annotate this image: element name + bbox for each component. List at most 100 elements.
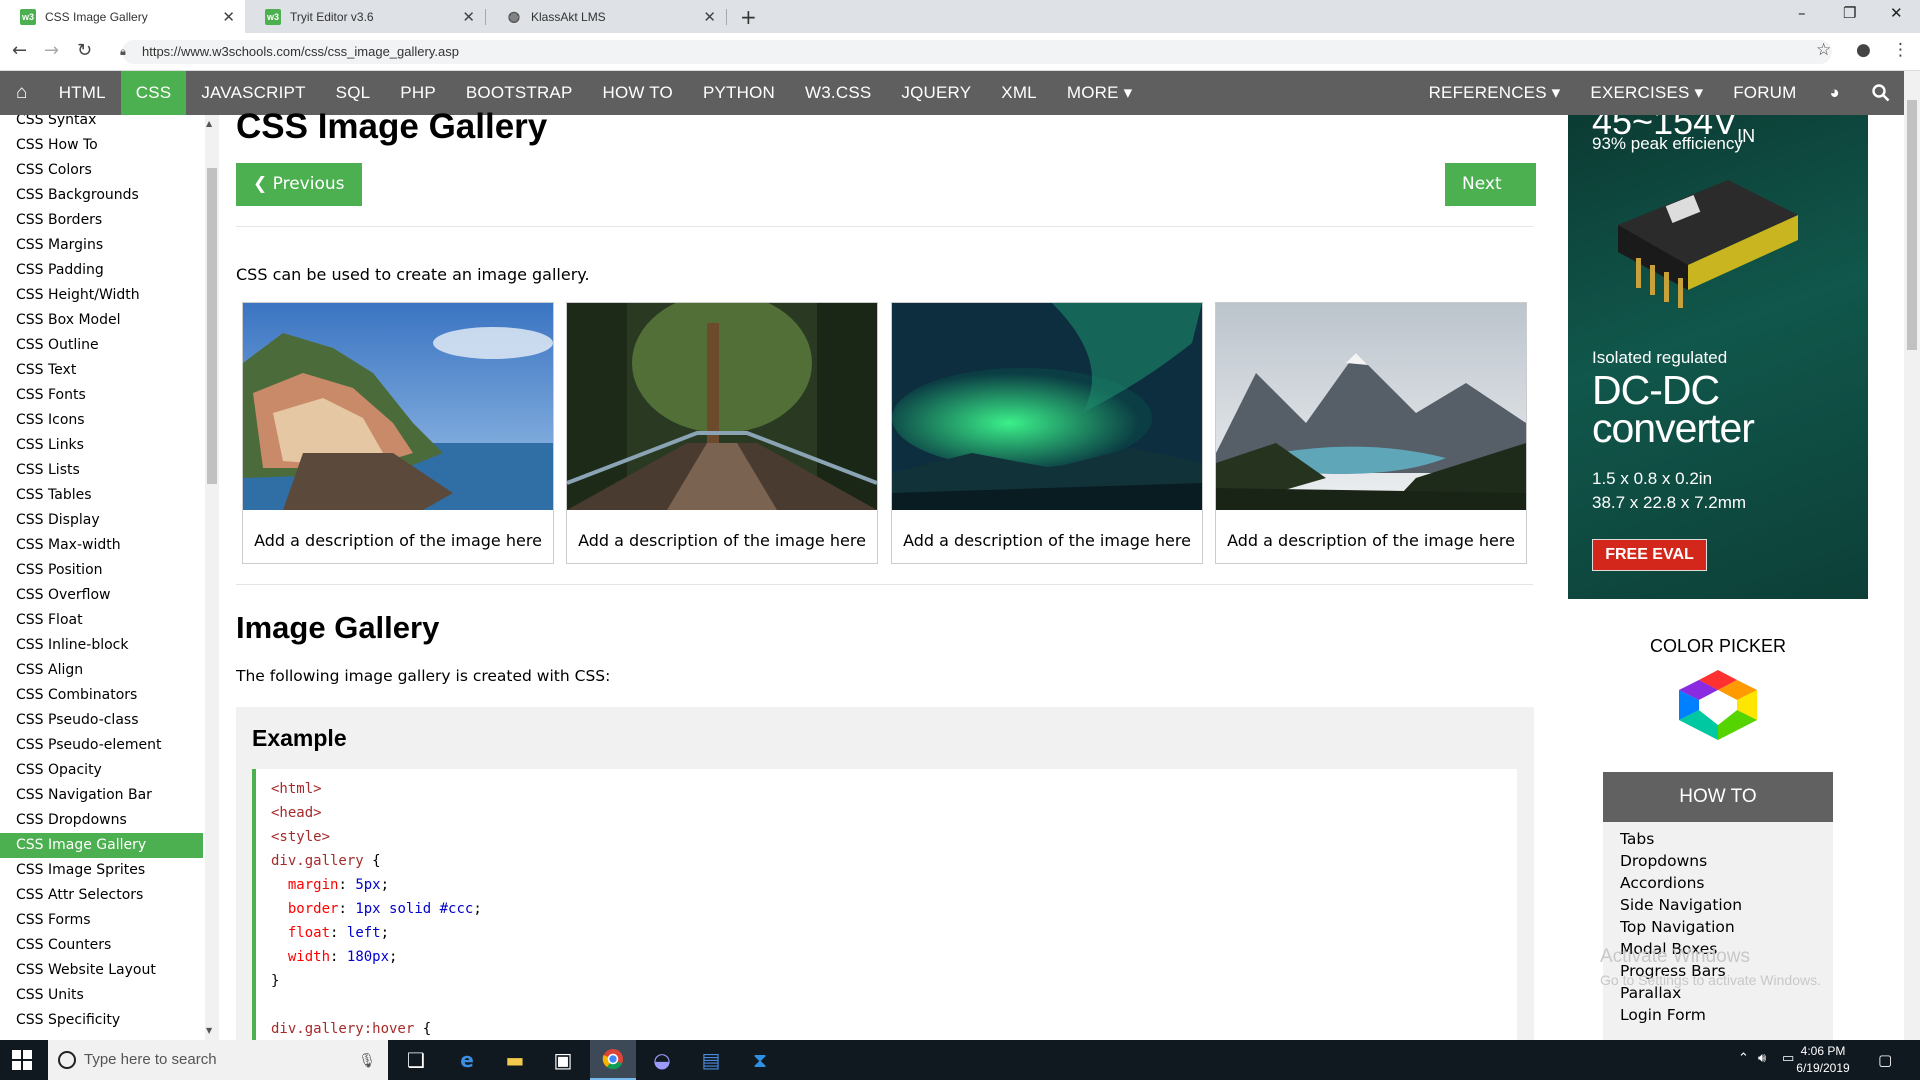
nav-css[interactable]: CSS xyxy=(120,71,187,115)
store-icon[interactable]: ▣ xyxy=(540,1040,586,1080)
restore-icon[interactable]: ❐ xyxy=(1843,4,1856,22)
sidebar-item-css-lists[interactable]: CSS Lists xyxy=(0,458,203,483)
app-icon[interactable]: ◒ xyxy=(639,1040,685,1080)
sidebar-item-css-combinators[interactable]: CSS Combinators xyxy=(0,683,203,708)
document-icon[interactable]: ▤ xyxy=(688,1040,734,1080)
sidebar-item-css-specificity[interactable]: CSS Specificity xyxy=(0,1008,203,1033)
color-picker-title[interactable]: COLOR PICKER xyxy=(1568,636,1868,657)
profile-avatar-icon[interactable]: ● xyxy=(1856,40,1871,60)
sidebar-item-css-backgrounds[interactable]: CSS Backgrounds xyxy=(0,183,203,208)
howto-link-side-navigation[interactable]: Side Navigation xyxy=(1603,894,1833,916)
address-bar[interactable]: 🔒︎ https://www.w3schools.com/css/css_ima… xyxy=(120,40,1832,64)
sidebar-item-css-how-to[interactable]: CSS How To xyxy=(0,133,203,158)
bookmark-star-icon[interactable]: ☆ xyxy=(1816,40,1831,60)
sidebar-item-css-attr-selectors[interactable]: CSS Attr Selectors xyxy=(0,883,203,908)
vscode-icon[interactable]: ⧗ xyxy=(737,1040,783,1080)
nav-how-to[interactable]: HOW TO xyxy=(588,71,688,115)
globe-translate-icon[interactable]: ◕ xyxy=(1812,71,1858,115)
howto-link-tabs[interactable]: Tabs xyxy=(1603,828,1833,850)
nav-w3css[interactable]: W3.CSS xyxy=(790,71,886,115)
notifications-icon[interactable]: ▢ xyxy=(1878,1051,1892,1069)
mountain-lake-image[interactable] xyxy=(1216,303,1526,510)
nav-forum[interactable]: FORUM xyxy=(1718,71,1811,115)
sidebar-item-css-height-width[interactable]: CSS Height/Width xyxy=(0,283,203,308)
sidebar-item-css-borders[interactable]: CSS Borders xyxy=(0,208,203,233)
nav-python[interactable]: PYTHON xyxy=(688,71,790,115)
cinque-terre-image[interactable] xyxy=(243,303,553,510)
nav-references-dropdown[interactable]: REFERENCES ▾ xyxy=(1414,71,1576,115)
taskbar-search-box[interactable]: Type here to search 🎙︎ xyxy=(48,1040,388,1080)
close-tab-icon[interactable]: ✕ xyxy=(703,8,716,26)
home-icon[interactable]: ⌂ xyxy=(0,71,44,115)
menu-dots-icon[interactable]: ⋮ xyxy=(1892,40,1909,60)
forest-bridge-image[interactable] xyxy=(566,293,878,510)
howto-link-dropdowns[interactable]: Dropdowns xyxy=(1603,850,1833,872)
windows-start-icon[interactable] xyxy=(12,1050,32,1070)
scroll-up-arrow-icon[interactable]: ▲ xyxy=(206,119,212,128)
scroll-down-arrow-icon[interactable]: ▼ xyxy=(206,1026,212,1035)
close-tab-icon[interactable]: ✕ xyxy=(462,8,475,26)
sidebar-item-css-icons[interactable]: CSS Icons xyxy=(0,408,203,433)
tab-tryit-editor[interactable]: w3 Tryit Editor v3.6 ✕ xyxy=(245,0,485,33)
sidebar-item-css-outline[interactable]: CSS Outline xyxy=(0,333,203,358)
page-scrollbar-thumb[interactable] xyxy=(1907,100,1917,350)
advertisement-banner[interactable]: 45~154VIN 93% peak efficiency Isolated r… xyxy=(1568,115,1868,599)
sidebar-item-css-text[interactable]: CSS Text xyxy=(0,358,203,383)
sidebar-item-css-tables[interactable]: CSS Tables xyxy=(0,483,203,508)
volume-icon[interactable]: 🔊︎ xyxy=(1758,1051,1766,1066)
free-eval-button[interactable]: FREE EVAL xyxy=(1592,539,1707,571)
tab-klassakt-lms[interactable]: ◍ KlassAkt LMS ✕ xyxy=(486,0,726,33)
file-explorer-icon[interactable]: ▬ xyxy=(492,1040,538,1080)
forward-arrow-icon[interactable]: → xyxy=(44,40,59,61)
gallery-item[interactable]: Add a description of the image here xyxy=(242,302,554,564)
sidebar-item-css-colors[interactable]: CSS Colors xyxy=(0,158,203,183)
task-view-icon[interactable]: ❑ xyxy=(393,1040,439,1080)
sidebar-item-css-syntax[interactable]: CSS Syntax xyxy=(0,115,203,133)
sidebar-item-css-image-sprites[interactable]: CSS Image Sprites xyxy=(0,858,203,883)
sidebar-item-css-dropdowns[interactable]: CSS Dropdowns xyxy=(0,808,203,833)
sidebar-item-css-image-gallery[interactable]: CSS Image Gallery xyxy=(0,833,203,858)
search-icon[interactable] xyxy=(1858,71,1904,115)
system-clock[interactable]: 4:06 PM 6/19/2019 xyxy=(1793,1043,1853,1077)
microphone-icon[interactable]: 🎙︎ xyxy=(358,1040,376,1080)
edge-browser-icon[interactable]: e xyxy=(444,1040,490,1080)
nav-xml[interactable]: XML xyxy=(986,71,1052,115)
reload-icon[interactable]: ↻ xyxy=(77,40,92,61)
color-picker-hexagon-icon[interactable] xyxy=(1679,670,1757,740)
sidebar-scrollbar-thumb[interactable] xyxy=(207,168,217,484)
new-tab-plus-icon[interactable]: + xyxy=(740,5,757,29)
back-arrow-icon[interactable]: ← xyxy=(12,40,27,61)
sidebar-item-css-padding[interactable]: CSS Padding xyxy=(0,258,203,283)
next-button[interactable]: Next ❯ xyxy=(1445,163,1536,237)
sidebar-item-css-forms[interactable]: CSS Forms xyxy=(0,908,203,933)
nav-html[interactable]: HTML xyxy=(44,71,121,115)
gallery-item[interactable]: Add a description of the image here xyxy=(1215,302,1527,564)
howto-link-top-navigation[interactable]: Top Navigation xyxy=(1603,916,1833,938)
gallery-item[interactable]: Add a description of the image here xyxy=(891,302,1203,564)
nav-jquery[interactable]: JQUERY xyxy=(886,71,986,115)
previous-button[interactable]: ❮ Previous xyxy=(236,163,362,206)
close-tab-icon[interactable]: ✕ xyxy=(222,8,235,26)
sidebar-item-css-position[interactable]: CSS Position xyxy=(0,558,203,583)
howto-link-accordions[interactable]: Accordions xyxy=(1603,872,1833,894)
sidebar-item-css-counters[interactable]: CSS Counters xyxy=(0,933,203,958)
sidebar-item-css-pseudo-class[interactable]: CSS Pseudo-class xyxy=(0,708,203,733)
sidebar-item-css-fonts[interactable]: CSS Fonts xyxy=(0,383,203,408)
show-hidden-icons-icon[interactable]: ⌃ xyxy=(1738,1051,1749,1066)
sidebar-item-css-align[interactable]: CSS Align xyxy=(0,658,203,683)
sidebar-item-css-box-model[interactable]: CSS Box Model xyxy=(0,308,203,333)
northern-lights-image[interactable] xyxy=(892,303,1202,510)
minimize-icon[interactable]: – xyxy=(1798,4,1806,22)
sidebar-item-css-display[interactable]: CSS Display xyxy=(0,508,203,533)
close-window-icon[interactable]: ✕ xyxy=(1890,4,1903,22)
sidebar-item-css-units[interactable]: CSS Units xyxy=(0,983,203,1008)
sidebar-item-css-links[interactable]: CSS Links xyxy=(0,433,203,458)
tab-css-image-gallery[interactable]: w3 CSS Image Gallery ✕ xyxy=(0,0,245,33)
nav-exercises-dropdown[interactable]: EXERCISES ▾ xyxy=(1575,71,1718,115)
sidebar-item-css-overflow[interactable]: CSS Overflow xyxy=(0,583,203,608)
sidebar-item-css-navigation-bar[interactable]: CSS Navigation Bar xyxy=(0,783,203,808)
nav-more-dropdown[interactable]: MORE ▾ xyxy=(1052,71,1147,115)
sidebar-item-css-margins[interactable]: CSS Margins xyxy=(0,233,203,258)
sidebar-item-css-float[interactable]: CSS Float xyxy=(0,608,203,633)
howto-link-login-form[interactable]: Login Form xyxy=(1603,1004,1833,1026)
